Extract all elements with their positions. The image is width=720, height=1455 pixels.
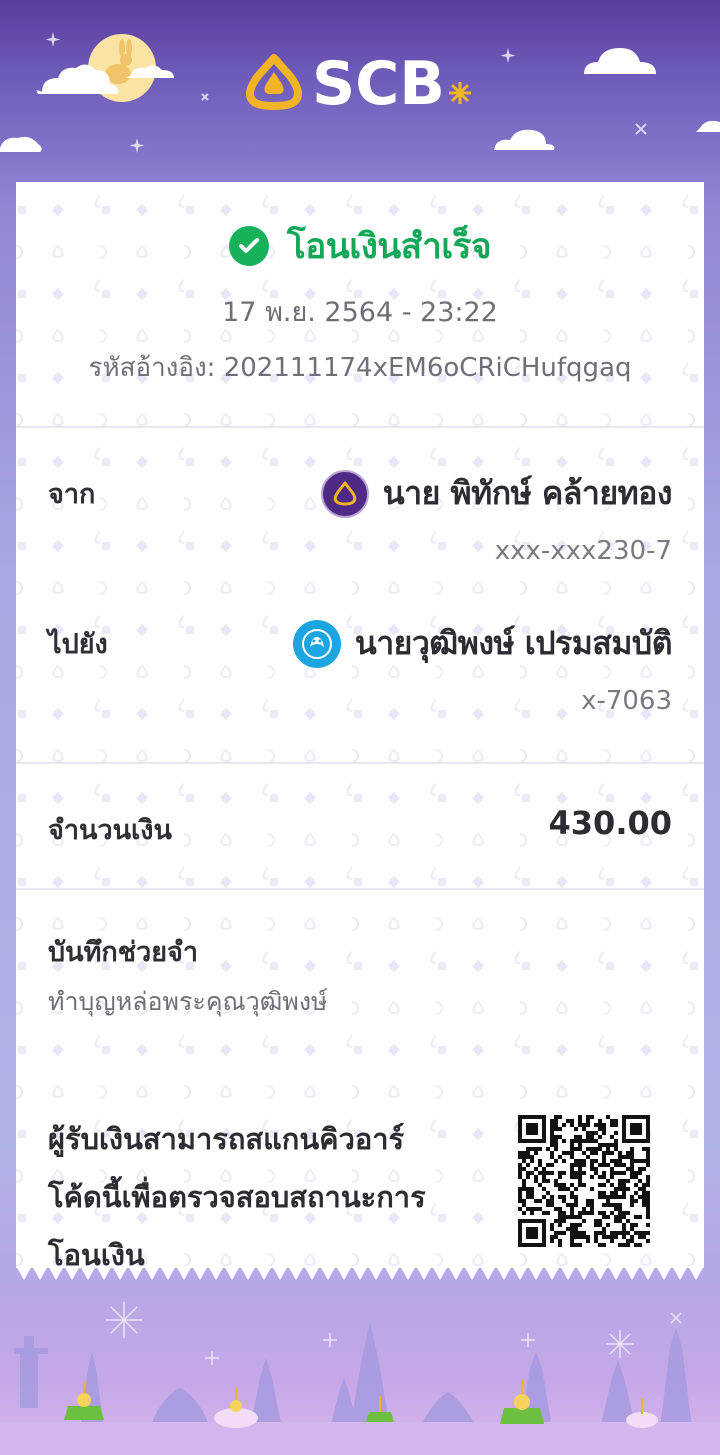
firework-icons bbox=[106, 1302, 682, 1365]
from-account-number: xxx-xxx230-7 bbox=[494, 536, 672, 566]
header-banner: SCB bbox=[0, 32, 720, 153]
qr-instruction: ผู้รับเงินสามารถสแกนคิวอาร์ โค้ดนี้เพื่อ… bbox=[48, 1110, 488, 1268]
ktb-bank-icon bbox=[292, 619, 341, 668]
background-pattern bbox=[16, 182, 704, 1268]
brand-name: SCB bbox=[312, 49, 445, 119]
to-name: นายวุฒิพงษ์ เปรมสมบัติ bbox=[354, 624, 673, 662]
from-name: นาย พิทักษ์ คล้ายทอง bbox=[382, 474, 673, 512]
from-label: จาก bbox=[48, 479, 96, 510]
to-account-number: x-7063 bbox=[581, 686, 672, 716]
success-check-icon bbox=[228, 226, 269, 266]
to-account-holder: นายวุฒิพงษ์ เปรมสมบัติ bbox=[292, 618, 673, 669]
divider bbox=[16, 762, 704, 764]
memo-label: บันทึกช่วยจำ bbox=[48, 937, 199, 968]
qr-instruction-line: โอนเงิน bbox=[48, 1238, 145, 1268]
reference-row: รหัสอ้างอิง: 202111174xEM6oCRiCHufqgaq bbox=[16, 347, 704, 388]
transaction-datetime: 17 พ.ย. 2564 - 23:22 bbox=[222, 297, 498, 328]
divider bbox=[16, 426, 704, 428]
to-label: ไปยัง bbox=[48, 629, 108, 660]
qr-instruction-line: ผู้รับเงินสามารถสแกนคิวอาร์ bbox=[48, 1122, 405, 1156]
scb-bank-icon bbox=[320, 469, 369, 518]
receipt-card: โอนเงินสำเร็จ 17 พ.ย. 2564 - 23:22 รหัสอ… bbox=[16, 182, 704, 1268]
from-account-holder: นาย พิทักษ์ คล้ายทอง bbox=[320, 468, 673, 519]
memo-value: ทำบุญหล่อพระคุณวุฒิพงษ์ bbox=[48, 987, 328, 1016]
temple-silhouette-icon bbox=[14, 1322, 692, 1428]
reference-value: 202111174xEM6oCRiCHufqgaq bbox=[223, 353, 632, 383]
status-row: โอนเงินสำเร็จ bbox=[16, 224, 704, 268]
scb-logo-icon: SCB bbox=[246, 49, 471, 119]
qr-instruction-line: โค้ดนี้เพื่อตรวจสอบสถานะการ bbox=[48, 1180, 426, 1214]
festival-scene bbox=[0, 1302, 720, 1455]
receipt-torn-edge bbox=[16, 1266, 704, 1280]
status-text: โอนเงินสำเร็จ bbox=[286, 226, 492, 267]
amount-value: 430.00 bbox=[548, 804, 672, 842]
reference-label: รหัสอ้างอิง: bbox=[88, 353, 216, 383]
amount-label: จำนวนเงิน bbox=[48, 815, 172, 846]
qr-code[interactable] bbox=[518, 1115, 650, 1247]
divider bbox=[16, 888, 704, 890]
